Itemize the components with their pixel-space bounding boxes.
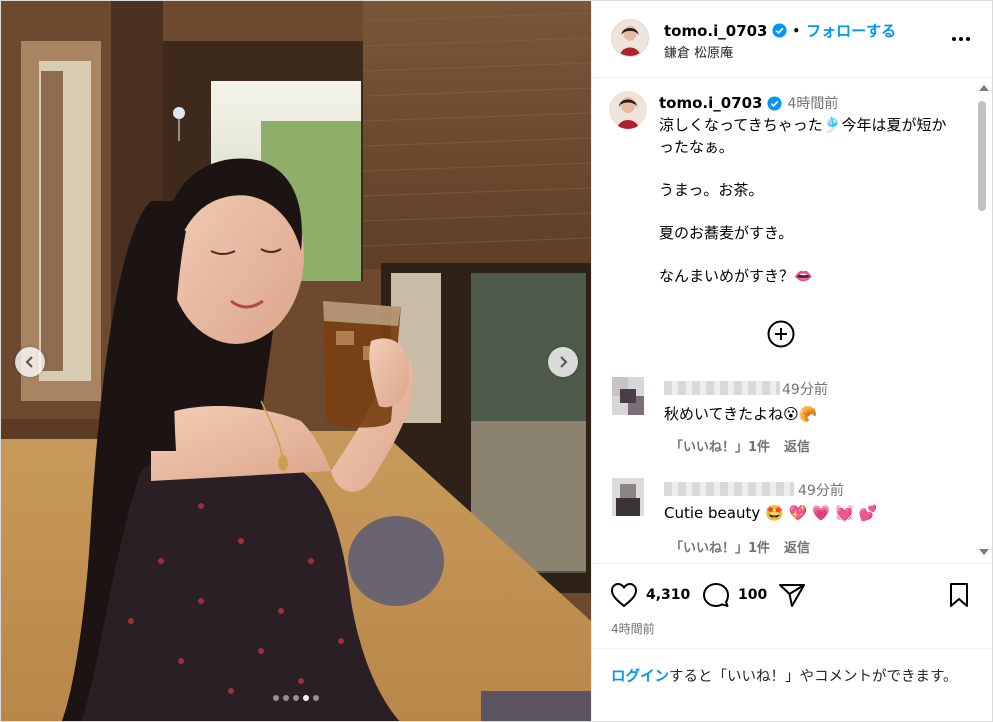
login-prompt: ログインすると「いいね！」やコメントができます。 — [592, 648, 992, 721]
reply-button[interactable]: 返信 — [784, 537, 810, 556]
post-timestamp: 4時間前 — [611, 622, 655, 636]
comment-count: 100 — [738, 587, 768, 603]
scrollbar-thumb[interactable] — [978, 101, 986, 211]
previous-slide-button[interactable] — [15, 347, 45, 377]
next-slide-button[interactable] — [548, 347, 578, 377]
post-actions-bar: 4,310 100 4時間前 — [592, 563, 992, 648]
comment-actions: 「いいね！」1件 返信 — [670, 537, 810, 556]
separator-dot: • — [792, 23, 801, 38]
follow-button[interactable]: フォローする — [806, 20, 896, 41]
post-location[interactable]: 鎌倉 松原庵 — [664, 42, 733, 61]
comment-text: Cutie beauty 🤩 💖 💗 💓 💕 — [664, 504, 878, 522]
comment-text: 秋めいてきたよね😮🥐 — [664, 405, 818, 423]
commenter-username-blurred[interactable] — [664, 381, 780, 395]
like-count: 4,310 — [646, 587, 691, 603]
caption-header: tomo.i_0703 4時間前 — [659, 93, 838, 113]
login-link[interactable]: ログイン — [611, 669, 669, 685]
login-prompt-text: ログインすると「いいね！」やコメントができます。 — [611, 667, 971, 688]
slide-dot — [283, 695, 289, 701]
bookmark-icon — [950, 583, 968, 607]
login-prompt-suffix: すると「いいね！」やコメントができます。 — [669, 669, 958, 685]
slide-dot — [303, 695, 309, 701]
comment-like-count[interactable]: 「いいね！」1件 — [670, 436, 770, 455]
caption-username[interactable]: tomo.i_0703 — [659, 94, 763, 112]
comment-item: 49分前 Cutie beauty 🤩 💖 💗 💓 💕 「いいね！」1件 返信 — [592, 478, 972, 563]
slide-dot — [313, 695, 319, 701]
comment-icon — [703, 583, 729, 607]
heart-icon — [610, 582, 638, 608]
post-photo — [1, 1, 591, 721]
scroll-up-arrow-icon[interactable] — [979, 85, 989, 91]
commenter-username-blurred[interactable] — [664, 482, 794, 496]
save-button[interactable] — [947, 582, 971, 608]
comment-actions: 「いいね！」1件 返信 — [670, 436, 810, 455]
scroll-down-arrow-icon[interactable] — [979, 549, 989, 555]
like-button[interactable]: 4,310 — [610, 582, 690, 608]
comment-time: 49分前 — [798, 483, 844, 499]
comment-like-count[interactable]: 「いいね！」1件 — [670, 537, 770, 556]
caption-time: 4時間前 — [787, 96, 839, 112]
reply-button[interactable]: 返信 — [784, 436, 810, 455]
commenter-avatar[interactable] — [612, 478, 644, 516]
verified-badge-icon — [771, 23, 787, 38]
slide-indicator — [1, 695, 591, 701]
post-caption: 涼しくなってきちゃった🎐今年は夏が短かったなぁ。 うまっ。お茶。 夏のお蕎麦がす… — [659, 116, 947, 285]
scrollbar[interactable] — [974, 79, 992, 563]
author-line: tomo.i_0703 • フォローする — [664, 20, 896, 41]
post-header: tomo.i_0703 • フォローする 鎌倉 松原庵 — [592, 1, 992, 78]
paper-plane-icon — [779, 584, 805, 607]
plus-circle-icon[interactable] — [766, 319, 796, 349]
more-options-icon[interactable] — [949, 29, 973, 49]
comment-button[interactable]: 100 — [702, 582, 767, 608]
comment-item: 49分前 秋めいてきたよね😮🥐 「いいね！」1件 返信 — [592, 377, 972, 467]
author-username[interactable]: tomo.i_0703 — [664, 22, 768, 40]
commenter-avatar[interactable] — [612, 377, 644, 415]
instagram-post-window: tomo.i_0703 • フォローする 鎌倉 松原庵 tomo.i_0703 … — [0, 0, 993, 722]
post-media[interactable] — [1, 1, 591, 721]
author-avatar[interactable] — [611, 19, 649, 57]
caption-author-avatar[interactable] — [609, 91, 647, 129]
chevron-left-icon — [25, 356, 33, 368]
chevron-right-icon — [560, 356, 568, 368]
comment-time: 49分前 — [782, 382, 828, 398]
comments-scroll-area[interactable]: tomo.i_0703 4時間前 涼しくなってきちゃった🎐今年は夏が短かったなぁ… — [592, 79, 992, 563]
slide-dot — [293, 695, 299, 701]
verified-badge-icon — [766, 95, 782, 111]
share-button[interactable] — [778, 582, 806, 608]
slide-dot — [273, 695, 279, 701]
post-side-panel: tomo.i_0703 • フォローする 鎌倉 松原庵 tomo.i_0703 … — [591, 1, 992, 721]
